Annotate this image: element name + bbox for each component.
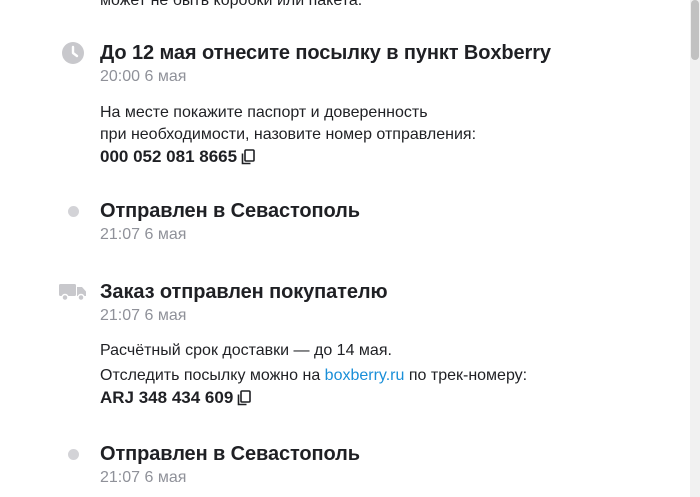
- event-description: при необходимости, назовите номер отправ…: [100, 126, 477, 143]
- dot-icon: [67, 449, 79, 460]
- tracking-number-value: 000 052 081 8665: [100, 147, 238, 166]
- copy-icon[interactable]: [241, 149, 255, 165]
- event-description: Расчётный срок доставки — до 14 мая.: [100, 342, 392, 359]
- previous-event-text: может не быть коробки или пакета.: [100, 0, 363, 9]
- scrollbar-thumb[interactable]: [691, 0, 699, 60]
- event-time: 21:07 6 мая: [100, 307, 187, 324]
- event-time: 20:00 6 мая: [100, 68, 187, 85]
- event-time: 21:07 6 мая: [100, 469, 187, 486]
- clock-icon: [55, 41, 91, 65]
- tracking-text-prefix: Отследить посылку можно на: [100, 367, 325, 384]
- event-title: Заказ отправлен покупателю: [100, 281, 388, 303]
- scrollbar[interactable]: [690, 0, 700, 497]
- event-time: 21:07 6 мая: [100, 226, 187, 243]
- tracking-number: 000 052 081 8665: [100, 146, 255, 168]
- event-title: До 12 мая отнесите посылку в пункт Boxbe…: [100, 42, 551, 64]
- event-description: На месте покажите паспорт и доверенность: [100, 104, 428, 121]
- boxberry-link[interactable]: boxberry.ru: [325, 367, 405, 384]
- tracking-text-suffix: по трек-номеру:: [404, 367, 528, 384]
- truck-icon: [55, 283, 91, 301]
- event-title: Отправлен в Севастополь: [100, 443, 360, 465]
- tracking-instructions: Отследить посылку можно на boxberry.ru п…: [100, 365, 690, 387]
- dot-icon: [67, 206, 79, 217]
- event-title: Отправлен в Севастополь: [100, 200, 360, 222]
- tracking-number-value: ARJ 348 434 609: [100, 388, 234, 407]
- tracking-number: ARJ 348 434 609: [100, 387, 252, 409]
- copy-icon[interactable]: [237, 390, 252, 406]
